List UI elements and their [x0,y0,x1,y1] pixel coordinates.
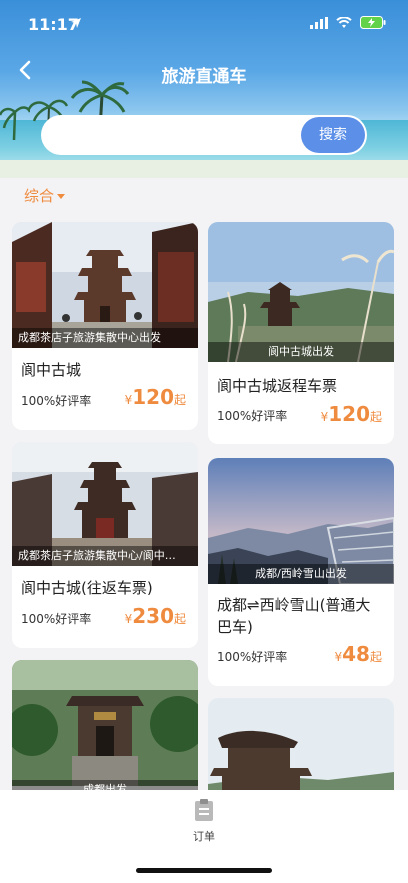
route-card[interactable] [208,698,394,800]
search-box: 搜索 [41,115,367,155]
tab-orders[interactable]: 订单 [184,798,224,844]
sort-label: 综合 [24,187,55,205]
battery-charging-icon [360,16,386,29]
status-bar: 11:17 [0,14,408,38]
wifi-icon [336,16,352,28]
clipboard-icon [195,799,213,821]
price: ¥120起 [321,402,382,426]
price: ¥120起 [125,385,186,409]
route-card[interactable]: 成都/西岭雪山出发 成都⇌西岭雪山(普通大巴车) 100%好评率 ¥48起 [208,458,394,686]
route-name: 阆中古城返程车票 [217,377,338,395]
route-card[interactable]: 阆中古城出发 阆中古城返程车票 100%好评率 ¥120起 [208,222,394,444]
price-suffix: 起 [369,410,382,424]
route-name: 阆中古城(往返车票) [21,579,153,597]
palm-tree-image [0,106,30,140]
departure-caption: 阆中古城出发 [208,342,394,362]
departure-caption: 成都茶店子旅游集散中心出发 [12,328,198,348]
route-card[interactable]: 成都茶店子旅游集散中心出发 阆中古城 100%好评率 ¥120起 [12,222,198,430]
beach-background [0,160,408,178]
route-name: 成都⇌西岭雪山(普通大巴车) [217,596,371,636]
card-image-temple-roof [208,698,394,800]
rating-text: 100%好评率 [21,612,92,626]
price-value: 48 [342,642,370,666]
signal-icon [310,16,328,29]
nav-bar: 旅游直通车 [0,58,408,90]
price-suffix: 起 [369,650,382,664]
page-title: 旅游直通车 [161,67,247,87]
price: ¥230起 [125,604,186,628]
route-card[interactable]: 成都茶店子旅游集散中心/阆中… 阆中古城(往返车票) 100%好评率 ¥230起 [12,442,198,648]
route-card[interactable]: 成都出发 [12,660,198,800]
rating-text: 100%好评率 [21,394,92,408]
currency-symbol: ¥ [334,650,343,664]
departure-caption: 成都茶店子旅游集散中心/阆中… [12,546,198,566]
price-value: 120 [132,385,174,409]
price-value: 120 [328,402,370,426]
search-input[interactable] [57,123,287,147]
card-image-temple [12,660,198,786]
route-name: 阆中古城 [21,361,82,379]
tab-bar: 订单 [0,790,408,883]
price-suffix: 起 [173,612,186,626]
rating-text: 100%好评率 [217,650,288,664]
location-arrow-icon [71,18,81,28]
rating-text: 100%好评率 [217,409,288,423]
departure-caption: 成都/西岭雪山出发 [208,564,394,584]
price: ¥48起 [335,642,383,666]
price-value: 230 [132,604,174,628]
caret-down-icon [57,194,66,199]
tab-orders-label: 订单 [193,830,215,843]
price-suffix: 起 [173,393,186,407]
card-image-pagoda [208,222,394,362]
search-button[interactable]: 搜索 [301,117,365,153]
home-indicator [136,868,272,873]
sort-dropdown[interactable]: 综合 [24,185,66,206]
